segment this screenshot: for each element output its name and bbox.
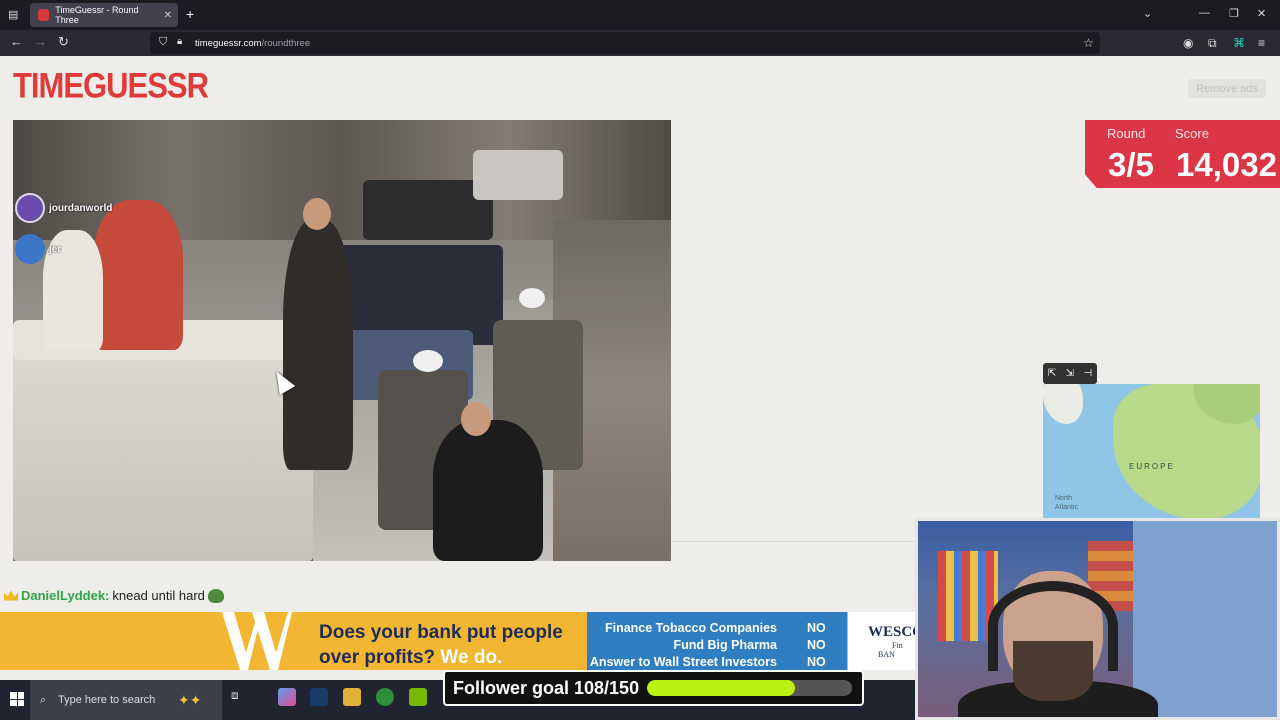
- follower-goal-fill: [647, 680, 795, 696]
- shield-icon[interactable]: ⛉: [159, 36, 167, 49]
- map-label-atlantic: North Atlantic: [1055, 495, 1078, 511]
- chat-message: DanielLyddek: knead until hard: [4, 588, 224, 603]
- round-score-panel: Round Score 3/5 14,032: [1085, 120, 1280, 188]
- frog-emote-icon: [207, 588, 224, 603]
- standing-man-head: [303, 198, 331, 230]
- follower-goal-widget: Follower goal 108/150: [443, 670, 864, 706]
- ad-brand: WESCO Fin BAN: [848, 612, 920, 670]
- new-tab-icon[interactable]: +: [186, 6, 194, 22]
- chat-text: knead until hard: [112, 588, 205, 603]
- avatar: [15, 234, 45, 264]
- tab-overflow-chevron-icon[interactable]: ⌄: [1143, 7, 1152, 20]
- walking-man-head: [461, 402, 491, 436]
- police-helmet: [413, 350, 443, 372]
- task-view-icon[interactable]: ⧈: [231, 688, 249, 706]
- map-controls: ⇱ ⇲ ⊣: [1043, 363, 1097, 384]
- map-label-europe: EUROPE: [1129, 462, 1175, 471]
- ad-brand-name: WESCO: [868, 624, 920, 640]
- url-domain: timeguessr.com: [195, 37, 262, 49]
- browser-tab[interactable]: TimeGuessr - Round Three ✕: [30, 3, 178, 27]
- round-value: 3/5: [1108, 146, 1154, 183]
- follower-goal-text: Follower goal 108/150: [453, 677, 640, 698]
- follower-goal-bar: [647, 680, 852, 696]
- wall: [1133, 521, 1277, 717]
- taskbar-search-placeholder: Type here to search: [58, 694, 156, 706]
- forward-icon[interactable]: →: [34, 34, 47, 49]
- standing-man: [283, 220, 353, 470]
- viewer-name: jourdanworld: [49, 202, 113, 214]
- walking-man: [433, 420, 543, 561]
- viewer-name: jer: [49, 243, 62, 255]
- address-bar[interactable]: timeguessr.com/roundthree: [150, 32, 1100, 54]
- popemobile: [13, 350, 313, 561]
- menu-icon[interactable]: ≡: [1258, 36, 1265, 50]
- chat-username: DanielLyddek:: [21, 588, 110, 603]
- timeguessr-favicon-icon: [38, 9, 50, 21]
- chevron-logo-icon: [252, 612, 292, 670]
- search-icon: ⌕: [40, 693, 47, 706]
- restore-icon[interactable]: ❐: [1229, 7, 1239, 20]
- steam-icon[interactable]: [310, 688, 328, 706]
- ad-headline-line1: Does your bank put people: [319, 622, 563, 643]
- copilot-icon[interactable]: [278, 688, 296, 706]
- ad-row-label: Finance Tobacco Companies: [604, 621, 777, 635]
- url-path: /roundthree: [261, 37, 311, 49]
- pin-map-icon[interactable]: ⊣: [1084, 368, 1093, 379]
- guess-map[interactable]: EUROPE North Atlantic: [1043, 384, 1260, 520]
- white-car: [473, 150, 563, 200]
- viewer-badge: jourdanworld: [15, 193, 112, 223]
- score-label: Score: [1175, 126, 1209, 141]
- shrink-map-icon[interactable]: ⇲: [1066, 368, 1074, 379]
- ad-row-value: NO: [807, 621, 826, 635]
- taskbar-search-input[interactable]: ⌕ Type here to search ✦✦: [30, 680, 222, 720]
- greenland-landmass: [1043, 384, 1083, 424]
- guess-photo: jourdanworld jer: [13, 120, 671, 561]
- divider: [671, 541, 921, 542]
- tab-title: TimeGuessr - Round Three: [55, 5, 139, 25]
- ad-headline-line2: over profits?: [319, 647, 436, 668]
- account-icon[interactable]: ◉: [1183, 36, 1193, 50]
- bookmark-star-icon[interactable]: ☆: [1083, 36, 1094, 50]
- police-helmet: [519, 288, 545, 308]
- crown-icon: [4, 590, 18, 601]
- avatar: [15, 193, 45, 223]
- minimize-icon[interactable]: —: [1199, 7, 1210, 19]
- sparkle-icon: ✦✦: [178, 691, 202, 708]
- extensions-icon[interactable]: ⧉: [1208, 36, 1217, 51]
- extension-icon[interactable]: ⌘: [1233, 36, 1245, 50]
- ad-row-label: Answer to Wall Street Investors: [589, 655, 777, 669]
- round-label: Round: [1107, 126, 1146, 141]
- headphones-icon: [988, 581, 1118, 671]
- xbox-icon[interactable]: [376, 688, 394, 706]
- remove-ads-button[interactable]: Remove ads: [1188, 79, 1266, 98]
- expand-map-icon[interactable]: ⇱: [1048, 368, 1056, 379]
- back-icon[interactable]: ←: [10, 34, 23, 49]
- ad-comparison-panel: Finance Tobacco Companies NO Fund Big Ph…: [587, 612, 847, 670]
- nvidia-icon[interactable]: [409, 688, 427, 706]
- viewer-badge: jer: [15, 234, 61, 264]
- streamer-webcam: [915, 518, 1280, 720]
- ad-row-value: NO: [807, 638, 826, 652]
- file-explorer-icon[interactable]: [343, 688, 361, 706]
- window-close-icon[interactable]: ✕: [1257, 7, 1266, 20]
- lock-icon[interactable]: 🔒︎: [177, 36, 182, 47]
- ad-headline-highlight: We do.: [440, 647, 503, 668]
- timeguessr-logo[interactable]: TIMEGUESSR: [13, 63, 209, 109]
- windows-start-icon[interactable]: [10, 692, 24, 706]
- ad-row-label: Fund Big Pharma: [673, 638, 777, 652]
- ad-headline: Does your bank put people over profits? …: [319, 620, 563, 670]
- score-value: 14,032: [1176, 146, 1277, 183]
- close-tab-icon[interactable]: ✕: [164, 10, 172, 21]
- ad-banner[interactable]: Does your bank put people over profits? …: [0, 612, 920, 670]
- ad-row-value: NO: [807, 655, 826, 669]
- reload-icon[interactable]: ↻: [58, 34, 69, 50]
- ad-brand-sub2: BAN: [878, 650, 895, 659]
- tab-list-icon[interactable]: ▤: [8, 8, 18, 21]
